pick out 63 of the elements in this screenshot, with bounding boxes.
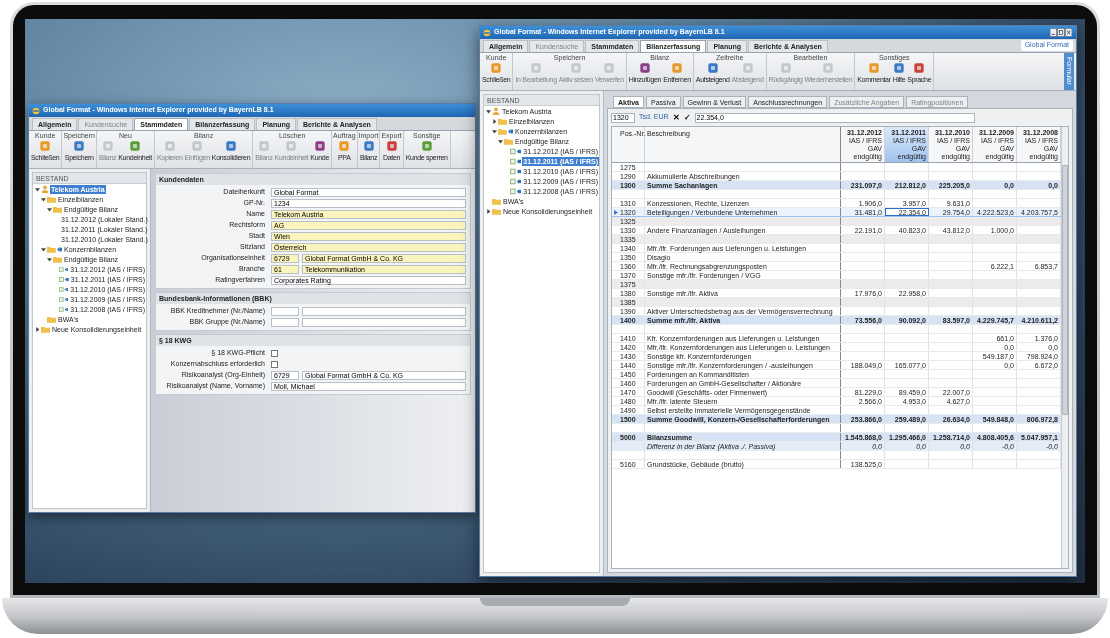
input-field[interactable] xyxy=(302,318,466,327)
tool-icon xyxy=(420,140,433,152)
input-field[interactable] xyxy=(271,307,299,316)
table-row[interactable] xyxy=(612,424,1061,433)
sheet-icon xyxy=(510,157,522,165)
folder-icon xyxy=(498,117,507,125)
tool-icon xyxy=(893,62,905,74)
tool-icon xyxy=(530,62,543,74)
cancel-button[interactable]: ✕ xyxy=(672,113,680,122)
tool-icon xyxy=(868,62,880,74)
sheet-icon xyxy=(59,265,69,273)
folder-icon xyxy=(47,245,62,253)
tool-icon xyxy=(603,62,616,74)
tool-icon xyxy=(191,140,204,152)
sheet-icon xyxy=(59,275,69,283)
tool-icon xyxy=(779,62,792,74)
expander-icon[interactable] xyxy=(486,108,491,114)
window-controls-icon[interactable] xyxy=(1049,28,1073,37)
tool-icon xyxy=(490,62,503,74)
tool-icon xyxy=(569,62,582,74)
sheet-icon xyxy=(510,177,522,185)
tool-icon xyxy=(163,140,176,152)
sheet-icon xyxy=(59,305,69,313)
sheet-icon xyxy=(510,147,522,155)
checkbox[interactable] xyxy=(271,350,278,357)
table-row[interactable] xyxy=(612,451,1061,460)
tool-icon xyxy=(706,62,719,74)
input-field[interactable] xyxy=(271,318,299,327)
tool-icon xyxy=(225,140,238,152)
browser-icon xyxy=(32,106,40,115)
browser-icon xyxy=(483,28,491,37)
tool-icon xyxy=(101,140,114,152)
folder-icon xyxy=(504,137,513,145)
table-row[interactable] xyxy=(612,325,1061,334)
checkbox[interactable] xyxy=(271,361,278,368)
current-row-icon xyxy=(614,209,618,215)
sheet-icon xyxy=(510,167,522,175)
confirm-button[interactable]: ✓ xyxy=(683,113,691,122)
input-field[interactable] xyxy=(302,307,466,316)
tool-icon xyxy=(313,140,326,152)
sheet-icon xyxy=(59,295,69,303)
tool-icon xyxy=(385,140,398,152)
sheet-icon xyxy=(59,285,69,293)
tool-icon xyxy=(671,62,683,74)
sheet-icon xyxy=(510,187,522,195)
tool-icon xyxy=(741,62,754,74)
tool-icon xyxy=(39,140,52,152)
tool-icon xyxy=(257,140,270,152)
person-icon xyxy=(492,107,500,115)
tool-icon xyxy=(913,62,926,74)
expander-icon[interactable] xyxy=(35,186,40,192)
scrollbar[interactable] xyxy=(1061,127,1068,568)
person-icon xyxy=(41,185,49,193)
tool-icon xyxy=(73,140,86,152)
tool-icon xyxy=(362,140,375,152)
tool-icon xyxy=(822,62,835,74)
tool-icon xyxy=(129,140,142,152)
tool-icon xyxy=(638,62,651,74)
tool-icon xyxy=(338,140,351,152)
table-row[interactable] xyxy=(612,190,1061,199)
folder-icon xyxy=(498,127,513,135)
tool-icon xyxy=(285,140,298,152)
folder-icon xyxy=(53,255,62,263)
